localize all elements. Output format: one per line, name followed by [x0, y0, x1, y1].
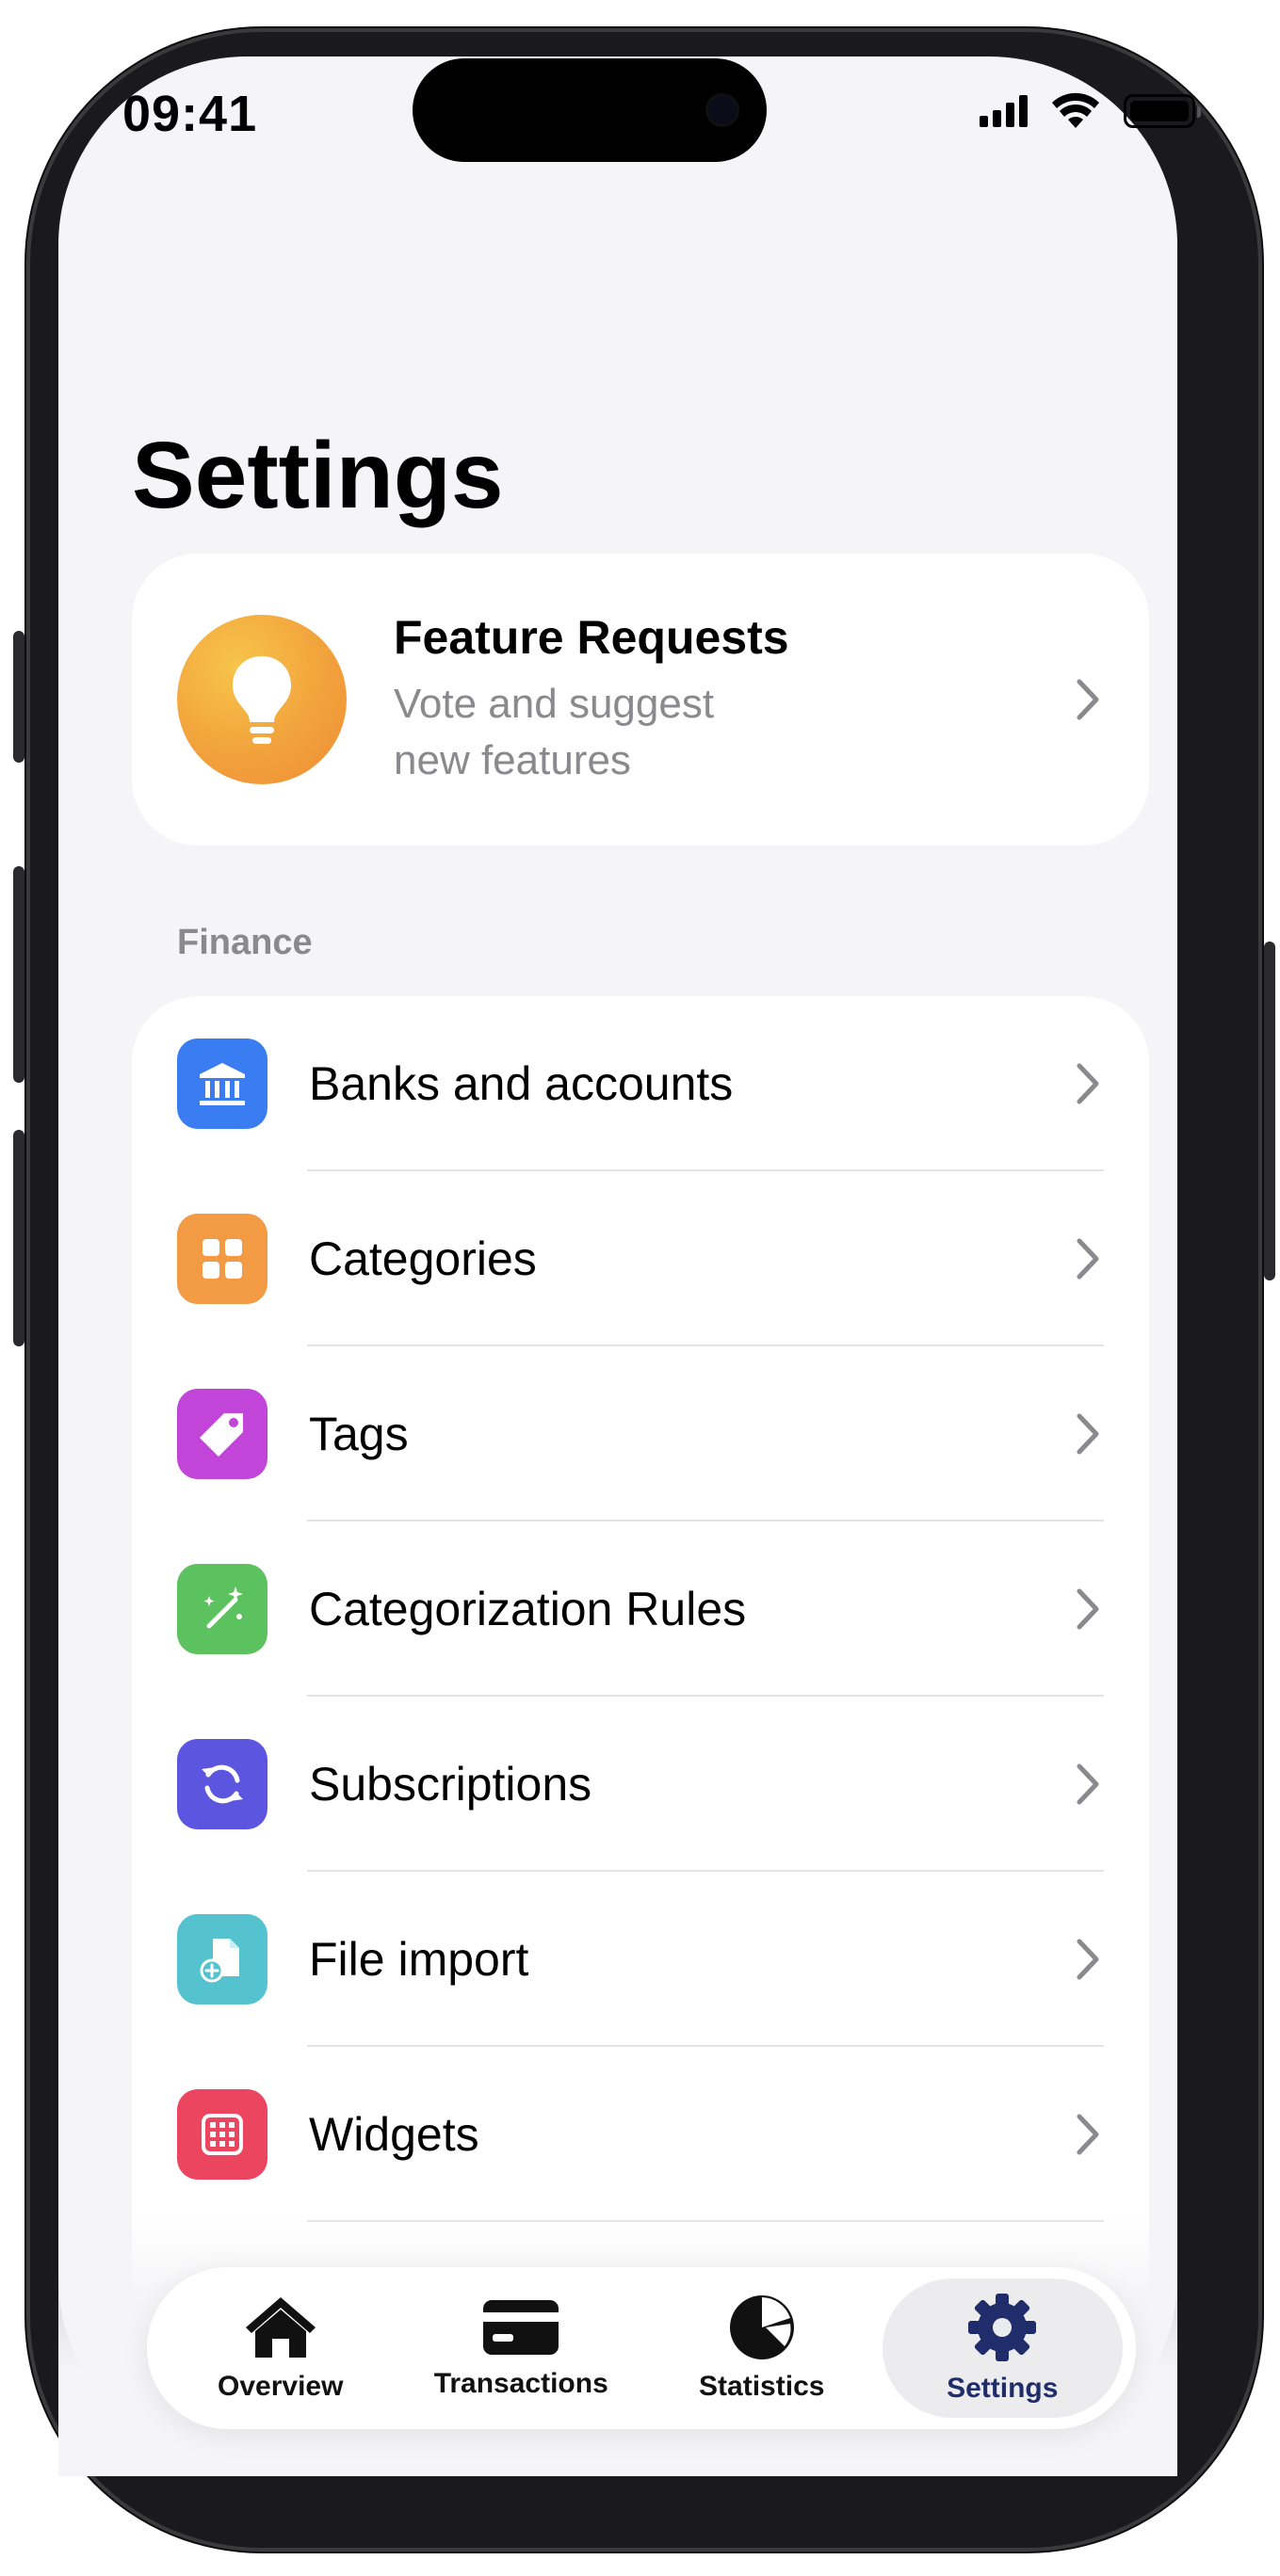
row-banks-and-accounts[interactable]: Banks and accounts: [132, 996, 1149, 1171]
file-add-icon: [177, 1914, 267, 2004]
power-button: [1264, 942, 1275, 1280]
bank-icon: [177, 1038, 267, 1129]
magic-wand-icon: [177, 1564, 267, 1654]
row-file-import[interactable]: File import: [132, 1872, 1149, 2047]
tab-settings[interactable]: Settings: [882, 2278, 1123, 2418]
wifi-icon: [1052, 92, 1099, 128]
chevron-right-icon: [1077, 1413, 1099, 1455]
chevron-right-icon: [1077, 1763, 1099, 1805]
page-title: Settings: [132, 423, 504, 528]
row-tags[interactable]: Tags: [132, 1346, 1149, 1521]
card-icon: [483, 2300, 559, 2355]
status-icons: [980, 92, 1201, 130]
status-time: 09:41: [122, 86, 258, 142]
widget-grid-icon: [177, 2089, 267, 2180]
action-button: [13, 631, 24, 763]
tab-overview[interactable]: Overview: [160, 2278, 401, 2418]
row-subscriptions[interactable]: Subscriptions: [132, 1697, 1149, 1872]
chevron-right-icon: [1077, 2114, 1099, 2155]
finance-section-label: Finance: [177, 923, 313, 962]
finance-list: Banks and accounts Categories Tags Categ…: [132, 996, 1149, 2333]
tab-transactions[interactable]: Transactions: [401, 2278, 642, 2418]
pie-chart-icon: [729, 2295, 794, 2359]
feature-requests-card[interactable]: Feature Requests Vote and suggest new fe…: [132, 554, 1149, 845]
row-label: Banks and accounts: [309, 1057, 734, 1110]
cellular-signal-icon: [980, 95, 1028, 127]
camera-icon: [708, 96, 737, 124]
tab-statistics[interactable]: Statistics: [641, 2278, 883, 2418]
chevron-right-icon: [1077, 679, 1099, 720]
house-icon: [245, 2297, 316, 2358]
row-label: Categories: [309, 1232, 537, 1285]
row-label: File import: [309, 1933, 529, 1986]
row-label: Widgets: [309, 2108, 479, 2161]
row-categories[interactable]: Categories: [132, 1171, 1149, 1346]
dynamic-island: [413, 58, 767, 162]
volume-down-button: [13, 1130, 24, 1346]
tab-label: Settings: [947, 2373, 1059, 2404]
tab-label: Statistics: [699, 2371, 825, 2402]
battery-icon: [1124, 94, 1201, 128]
gear-icon: [968, 2294, 1037, 2361]
row-label: Categorization Rules: [309, 1583, 747, 1635]
row-label: Tags: [309, 1408, 409, 1460]
refresh-icon: [177, 1739, 267, 1829]
tab-bar: Overview Transactions Statistics Setting…: [147, 2267, 1136, 2429]
tag-icon: [177, 1389, 267, 1479]
feature-requests-subtitle: Vote and suggest new features: [394, 681, 715, 783]
row-label: Subscriptions: [309, 1758, 592, 1811]
row-widgets[interactable]: Widgets: [132, 2047, 1149, 2222]
grid-icon: [177, 1214, 267, 1304]
chevron-right-icon: [1077, 1588, 1099, 1630]
tab-label: Overview: [218, 2371, 344, 2402]
chevron-right-icon: [1077, 1063, 1099, 1104]
tab-label: Transactions: [433, 2368, 608, 2399]
row-categorization-rules[interactable]: Categorization Rules: [132, 1521, 1149, 1697]
feature-requests-title: Feature Requests: [394, 611, 789, 664]
chevron-right-icon: [1077, 1939, 1099, 1980]
volume-up-button: [13, 866, 24, 1083]
lightbulb-icon: [177, 615, 347, 784]
chevron-right-icon: [1077, 1238, 1099, 1280]
